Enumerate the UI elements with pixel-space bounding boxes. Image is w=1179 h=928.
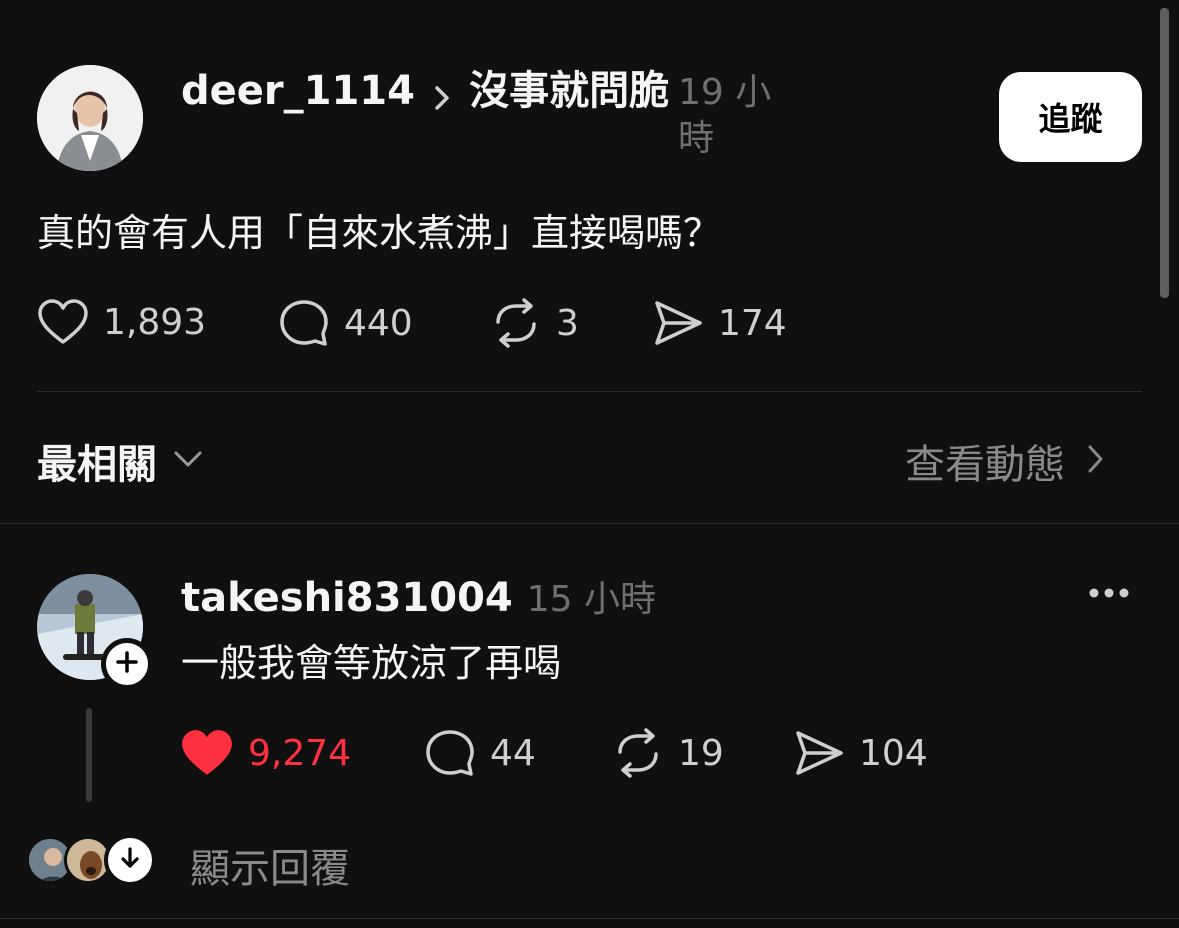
reply-like-button[interactable]: 9,274 — [180, 728, 351, 778]
chevron-right-icon — [432, 84, 452, 116]
share-button[interactable]: 174 — [652, 298, 787, 348]
comment-button[interactable]: 440 — [278, 298, 413, 348]
reply-repost-button[interactable]: 19 — [612, 728, 724, 778]
repost-icon — [490, 298, 542, 348]
reply-username[interactable]: takeshi831004 — [181, 573, 513, 623]
post-text: 真的會有人用「自來水煮沸」直接喝嗎？ — [37, 211, 722, 255]
divider — [0, 918, 1179, 919]
repost-count: 3 — [556, 302, 579, 344]
thread-line — [86, 708, 92, 802]
reply-share-button[interactable]: 104 — [793, 728, 928, 778]
reply-repost-count: 19 — [678, 732, 724, 774]
like-count: 1,893 — [103, 301, 207, 343]
repost-icon — [612, 728, 664, 778]
heart-icon — [37, 298, 89, 346]
post-timestamp: 19 小時 — [678, 72, 772, 159]
show-replies-row[interactable]: 顯示回覆 — [26, 834, 426, 892]
arrow-down-icon — [119, 846, 141, 874]
more-options-button[interactable] — [1088, 584, 1130, 606]
share-count: 174 — [718, 302, 787, 344]
author-username[interactable]: deer_1114 — [181, 68, 415, 114]
reply-like-count: 9,274 — [248, 732, 352, 774]
send-icon — [652, 298, 704, 348]
heart-filled-icon — [180, 728, 234, 778]
send-icon — [793, 728, 845, 778]
like-button[interactable]: 1,893 — [37, 298, 206, 346]
view-activity-link[interactable]: 查看動態 — [905, 432, 1105, 490]
divider — [0, 523, 1179, 524]
show-replies-label: 顯示回覆 — [190, 846, 350, 892]
sort-dropdown[interactable]: 最相關 — [37, 432, 203, 490]
reply-comment-count: 44 — [490, 732, 536, 774]
add-follow-badge[interactable] — [101, 638, 153, 690]
expand-replies-button[interactable] — [104, 834, 156, 886]
repost-button[interactable]: 3 — [490, 298, 579, 348]
chevron-down-icon — [173, 449, 203, 473]
reply-timestamp: 15 小時 — [526, 579, 657, 620]
more-dots-icon — [1088, 587, 1130, 606]
chevron-right-icon — [1085, 443, 1105, 479]
sort-label: 最相關 — [37, 442, 157, 488]
divider — [37, 391, 1142, 392]
author-avatar[interactable] — [37, 65, 143, 171]
reply-share-count: 104 — [859, 732, 928, 774]
comment-bubble-icon — [424, 728, 476, 778]
reply-comment-button[interactable]: 44 — [424, 728, 536, 778]
avatar-portrait-icon — [37, 65, 143, 171]
community-name[interactable]: 沒事就問脆 — [469, 68, 669, 114]
follow-button[interactable]: 追蹤 — [999, 72, 1142, 162]
view-activity-label: 查看動態 — [905, 442, 1065, 488]
reply-text: 一般我會等放涼了再喝 — [181, 641, 562, 685]
plus-icon — [115, 650, 139, 678]
scrollbar[interactable] — [1160, 8, 1169, 298]
comment-bubble-icon — [278, 298, 330, 348]
comment-count: 440 — [344, 302, 413, 344]
